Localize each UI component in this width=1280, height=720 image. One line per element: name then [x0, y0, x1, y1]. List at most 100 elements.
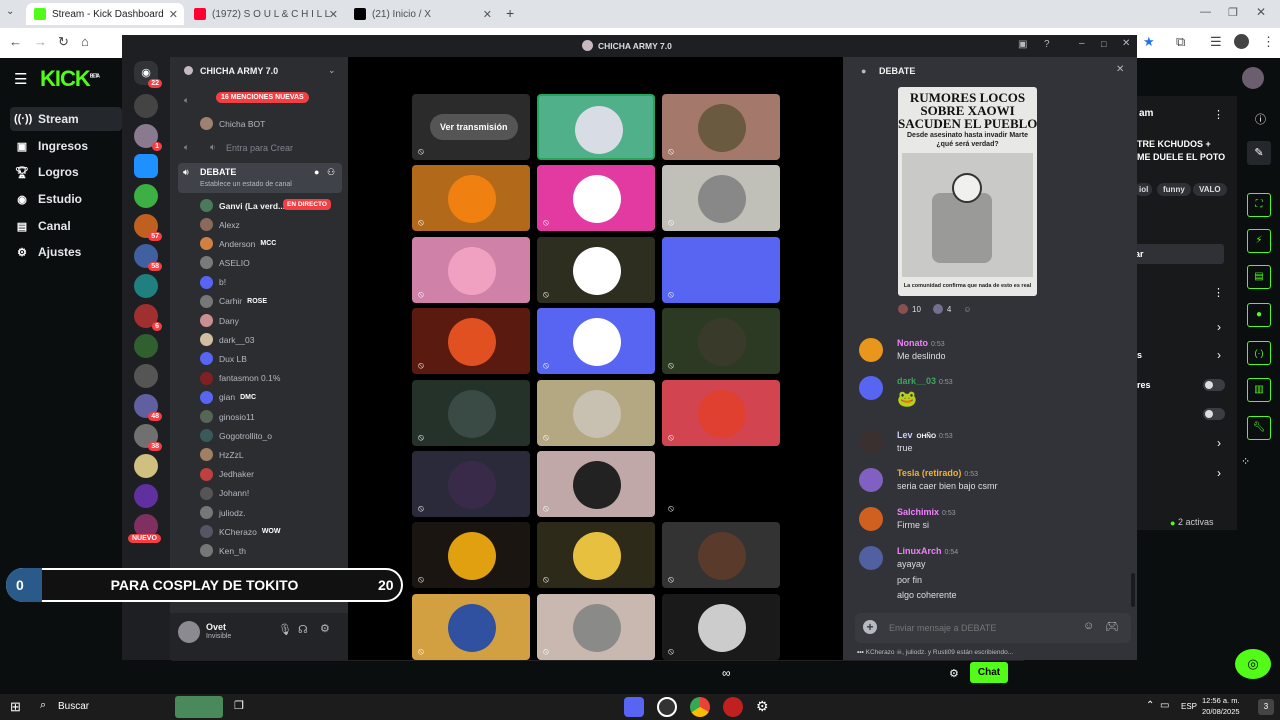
- server-icon[interactable]: [134, 154, 158, 178]
- extensions-icon[interactable]: ⧉: [1176, 34, 1185, 50]
- gamepad-icon[interactable]: 🎮︎: [1105, 620, 1119, 633]
- message-author[interactable]: Salchimix 0:53: [897, 507, 956, 517]
- member-item[interactable]: ginosio11⦸: [200, 408, 365, 425]
- chevron-right-icon[interactable]: ›: [1217, 466, 1221, 480]
- menu-item-stream[interactable]: ((·)) Stream: [10, 107, 122, 131]
- inbox-icon[interactable]: ▣: [1018, 39, 1027, 50]
- menu-item-estudio[interactable]: ◉ Estudio: [10, 187, 122, 211]
- tab-search-icon[interactable]: ⌄: [6, 6, 14, 17]
- chevron-up-icon[interactable]: ⌃: [1146, 700, 1154, 711]
- maximize-icon[interactable]: □: [1101, 39, 1106, 49]
- server-icon[interactable]: 58: [134, 244, 162, 271]
- server-icon[interactable]: 48: [134, 394, 162, 421]
- add-reaction-icon[interactable]: ☺: [963, 305, 971, 314]
- menu-item-ajustes[interactable]: ⚙ Ajustes: [10, 240, 122, 264]
- taskbar-search[interactable]: Buscar: [58, 701, 89, 712]
- member-item[interactable]: Gogotrollito_o⦸: [200, 427, 365, 444]
- forward-icon[interactable]: →: [34, 34, 47, 49]
- participant-tile[interactable]: ⦸: [412, 236, 530, 303]
- participant-tile[interactable]: ⦸: [662, 165, 780, 232]
- participant-tile[interactable]: ⦸: [662, 522, 780, 589]
- tab-x[interactable]: (21) Inicio / X ✕: [346, 3, 498, 25]
- member-item[interactable]: Jedhaker⦸: [200, 466, 365, 483]
- emoji-icon[interactable]: ☺: [1083, 620, 1094, 632]
- close-chat-icon[interactable]: ✕: [1116, 64, 1124, 75]
- panel-more-icon[interactable]: ⋮: [1213, 108, 1224, 121]
- headphones-icon[interactable]: ☊: [298, 623, 308, 636]
- participant-tile[interactable]: ⦸: [662, 94, 780, 160]
- message-author[interactable]: dark__03 0:53: [897, 376, 953, 386]
- server-icon[interactable]: [134, 94, 158, 118]
- member-item[interactable]: b!⦸: [200, 274, 365, 291]
- member-item[interactable]: KCherazoWOW⦸: [200, 523, 365, 540]
- add-member-icon[interactable]: ⚇: [327, 167, 335, 178]
- message-author[interactable]: Tesla (retirado) 0:53: [897, 468, 978, 478]
- participant-tile[interactable]: ⦸: [662, 451, 780, 517]
- tag-chip[interactable]: funny: [1157, 183, 1191, 196]
- capture-icon[interactable]: ⛶: [1247, 193, 1271, 217]
- server-icon[interactable]: 57: [134, 214, 162, 241]
- participant-tile[interactable]: ⦸: [662, 593, 780, 660]
- wrench-icon[interactable]: 🔧︎: [1247, 416, 1271, 440]
- message-avatar[interactable]: [859, 546, 883, 570]
- chevron-right-icon[interactable]: ›: [1217, 348, 1221, 362]
- server-icon[interactable]: [134, 334, 158, 358]
- language-indicator[interactable]: ESP: [1181, 702, 1197, 711]
- obs-taskbar-icon[interactable]: [657, 697, 677, 717]
- home-icon[interactable]: ⌂: [81, 34, 89, 49]
- back-icon[interactable]: ←: [9, 34, 22, 49]
- scrollbar[interactable]: [1131, 573, 1135, 607]
- add-attachment-icon[interactable]: +: [863, 620, 877, 634]
- chat-button[interactable]: Chat: [970, 662, 1008, 683]
- chat-settings-icon[interactable]: ⚙: [949, 667, 959, 680]
- reload-icon[interactable]: ↻: [58, 34, 69, 50]
- participant-tile[interactable]: ⦸: [537, 165, 655, 232]
- chat-bubble-icon[interactable]: ●: [1247, 303, 1271, 327]
- bot-channel-item[interactable]: Chicha BOT: [200, 115, 265, 132]
- tag-chip[interactable]: VALO: [1193, 183, 1227, 196]
- member-item[interactable]: fantasmon 0.1%⦸: [200, 370, 365, 387]
- settings-taskbar-icon[interactable]: ⚙: [756, 698, 769, 715]
- profile-avatar[interactable]: [1234, 34, 1249, 49]
- participant-tile[interactable]: ⦸: [412, 165, 530, 232]
- minimize-icon[interactable]: —: [1200, 6, 1211, 18]
- kick-logo[interactable]: KICKBETA: [40, 66, 100, 92]
- server-icon[interactable]: 38: [134, 424, 162, 451]
- participant-tile[interactable]: ⦸: [537, 236, 655, 303]
- clock-date[interactable]: 20/08/2025: [1202, 707, 1240, 716]
- layout-icon[interactable]: ▥: [1247, 378, 1271, 402]
- member-item[interactable]: Alexz⦸: [200, 216, 365, 233]
- menu-item-ingresos[interactable]: ▣ Ingresos: [10, 134, 122, 158]
- participant-tile[interactable]: ⦸: [412, 522, 530, 589]
- tab-youtube[interactable]: (1972) S O U L & C H I L L ✕: [186, 3, 344, 25]
- toggle-switch[interactable]: [1203, 379, 1225, 391]
- minimize-icon[interactable]: –: [1079, 38, 1085, 49]
- bookmark-star-icon[interactable]: ★: [1143, 34, 1155, 50]
- member-item[interactable]: gianDMC⦸: [200, 389, 365, 406]
- participant-tile[interactable]: ⦸: [412, 379, 530, 446]
- discord-taskbar-icon[interactable]: [624, 697, 644, 717]
- member-item[interactable]: ASELIO⦸: [200, 254, 365, 271]
- restore-icon[interactable]: ❐: [1228, 6, 1238, 19]
- status-prompt[interactable]: Establece un estado de canal: [200, 181, 292, 188]
- notes-icon[interactable]: ▤: [1247, 265, 1271, 289]
- participant-tile[interactable]: ⦸: [412, 308, 530, 375]
- member-item[interactable]: AndersonMCC⦸: [200, 235, 365, 252]
- active-sessions[interactable]: 2 activas: [1178, 517, 1214, 527]
- user-avatar[interactable]: [178, 621, 200, 643]
- participant-tile[interactable]: ⦸: [537, 593, 655, 660]
- member-item[interactable]: juliodz.⦸: [200, 504, 365, 521]
- tab-kick-dashboard[interactable]: Stream - Kick Dashboard ✕: [26, 3, 184, 25]
- participant-tile[interactable]: ⦸ Ver transmisión: [412, 94, 530, 160]
- reaction-chip[interactable]: 10: [898, 304, 921, 314]
- user-settings-icon[interactable]: ⚙: [320, 622, 330, 635]
- participant-tile[interactable]: ⦸: [537, 308, 655, 375]
- participant-tile[interactable]: ⦸: [537, 451, 655, 517]
- menu-item-logros[interactable]: 🏆︎ Logros: [10, 160, 122, 184]
- clock-time[interactable]: 12:56 a. m.: [1202, 696, 1240, 705]
- message-avatar[interactable]: [859, 338, 883, 362]
- notification-badge[interactable]: 3: [1258, 699, 1274, 715]
- edit-icon[interactable]: ✎: [1247, 141, 1271, 165]
- server-icon[interactable]: [134, 454, 158, 478]
- tag-chip[interactable]: iol: [1135, 183, 1153, 196]
